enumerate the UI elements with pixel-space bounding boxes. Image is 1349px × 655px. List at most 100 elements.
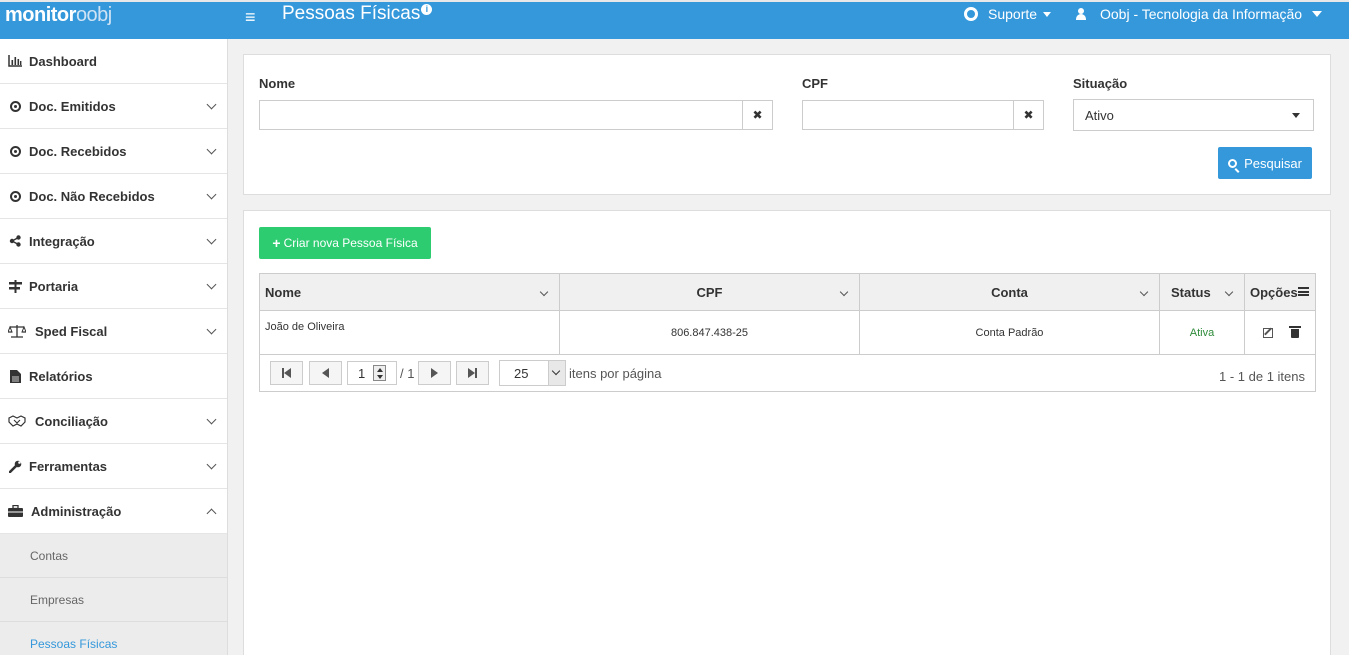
info-icon[interactable]: i	[421, 4, 433, 15]
sidebar-item-label: Portaria	[29, 278, 79, 294]
cell-nome: João de Oliveira	[260, 311, 560, 355]
sidebar-item-label: Doc. Emitidos	[29, 98, 116, 114]
sidebar-subitem-contas[interactable]: Contas	[0, 534, 227, 578]
last-page-icon	[468, 368, 475, 378]
sidebar-item-integracao[interactable]: Integração	[0, 219, 227, 264]
search-icon	[1228, 158, 1238, 168]
column-label: Status	[1171, 285, 1211, 300]
column-label: Nome	[265, 285, 302, 300]
plus-icon: +	[272, 235, 281, 251]
cpf-field[interactable]: ✖	[802, 100, 1044, 130]
situacao-label: Situação	[1073, 76, 1128, 91]
first-page-icon	[284, 368, 291, 378]
sidebar: Dashboard Doc. Emitidos Doc. Recebidos D…	[0, 39, 228, 655]
sidebar-item-relatorios[interactable]: Relatórios	[0, 354, 227, 399]
app-logo[interactable]: monitoroobj	[5, 4, 112, 27]
chevron-down-icon	[206, 324, 217, 335]
sidebar-item-doc-emitidos[interactable]: Doc. Emitidos	[0, 84, 227, 129]
nome-field[interactable]: ✖	[259, 100, 773, 130]
sidebar-item-administracao[interactable]: Administração	[0, 489, 227, 534]
first-page-button[interactable]	[270, 361, 303, 385]
page-title: Pessoas Físicas i	[282, 3, 433, 25]
sidebar-item-conciliacao[interactable]: Conciliação	[0, 399, 227, 444]
sidebar-item-dashboard[interactable]: Dashboard	[0, 39, 227, 84]
column-header-nome[interactable]: Nome	[260, 274, 560, 311]
situacao-value: Ativo	[1085, 107, 1114, 123]
items-count: 1 - 1 de 1 itens	[1219, 369, 1305, 384]
sidebar-subitem-pessoas-fisicas[interactable]: Pessoas Físicas	[0, 622, 227, 655]
spinner-icon[interactable]	[373, 365, 386, 381]
last-page-button[interactable]	[456, 361, 489, 385]
clear-cpf-button[interactable]: ✖	[1013, 101, 1043, 129]
sidebar-subitem-empresas[interactable]: Empresas	[0, 578, 227, 622]
column-header-opcoes: Opções	[1245, 274, 1317, 311]
cell-opcoes	[1245, 311, 1317, 355]
arrow-circle-icon	[7, 99, 23, 113]
clear-nome-button[interactable]: ✖	[742, 101, 772, 129]
column-menu-icon[interactable]	[1298, 287, 1309, 296]
hamburger-menu-icon[interactable]: ≡	[245, 7, 256, 28]
support-menu[interactable]: Suporte	[964, 6, 1052, 22]
create-person-label: Criar nova Pessoa Física	[283, 236, 418, 250]
sidebar-item-portaria[interactable]: Portaria	[0, 264, 227, 309]
per-page-label: itens por página	[569, 366, 662, 381]
search-button[interactable]: Pesquisar	[1218, 147, 1312, 179]
bar-chart-icon	[7, 54, 23, 68]
create-person-button[interactable]: + Criar nova Pessoa Física	[259, 227, 431, 259]
chevron-down-icon	[206, 144, 217, 155]
next-page-button[interactable]	[418, 361, 451, 385]
sidebar-item-ferramentas[interactable]: Ferramentas	[0, 444, 227, 489]
filter-panel: Nome ✖ CPF ✖ Situação Ativo Pesquisar	[243, 54, 1331, 195]
chevron-down-icon	[539, 287, 549, 297]
cell-cpf: 806.847.438-25	[560, 311, 860, 355]
caret-down-icon	[1292, 113, 1300, 118]
dot-circle-icon	[7, 189, 23, 203]
sidebar-item-label: Doc. Recebidos	[29, 143, 127, 159]
sidebar-item-label: Administração	[31, 503, 122, 519]
balance-scale-icon	[7, 324, 27, 338]
sidebar-item-label: Doc. Não Recebidos	[29, 188, 155, 204]
per-page-select[interactable]: 25	[499, 360, 566, 386]
signpost-icon	[7, 279, 23, 293]
sidebar-item-label: Ferramentas	[29, 458, 108, 474]
briefcase-icon	[7, 504, 23, 518]
support-label: Suporte	[988, 6, 1038, 22]
chevron-down-icon	[206, 234, 217, 245]
caret-down-icon	[1312, 11, 1323, 17]
chevron-down-icon	[206, 279, 217, 290]
caret-down-icon	[1043, 11, 1052, 17]
sidebar-item-sped-fiscal[interactable]: Sped Fiscal	[0, 309, 227, 354]
cpf-label: CPF	[802, 76, 828, 91]
column-header-conta[interactable]: Conta	[860, 274, 1160, 311]
situacao-select[interactable]: Ativo	[1073, 99, 1314, 131]
column-label: Conta	[991, 285, 1028, 300]
sidebar-item-label: Relatórios	[29, 368, 93, 384]
chevron-down-icon	[1224, 287, 1234, 297]
column-header-status[interactable]: Status	[1160, 274, 1245, 311]
trash-icon[interactable]	[1289, 325, 1301, 338]
table-row[interactable]: João de Oliveira 806.847.438-25 Conta Pa…	[260, 311, 1315, 355]
nome-label: Nome	[259, 76, 296, 91]
main-content: Nome ✖ CPF ✖ Situação Ativo Pesquisar + …	[228, 39, 1349, 655]
edit-icon[interactable]	[1263, 328, 1273, 338]
chevron-down-icon	[206, 99, 217, 110]
lifebuoy-icon	[964, 7, 978, 21]
sidebar-item-doc-recebidos[interactable]: Doc. Recebidos	[0, 129, 227, 174]
user-menu[interactable]: Oobj - Tecnologia da Informação	[1076, 6, 1323, 22]
per-page-value: 25	[514, 365, 529, 381]
logo-accent: oobj	[75, 4, 112, 26]
table-header: Nome CPF Conta Status Opções	[260, 274, 1315, 311]
column-header-cpf[interactable]: CPF	[560, 274, 860, 311]
logo-main: monitor	[5, 4, 76, 26]
persons-table: Nome CPF Conta Status Opções João de Oli…	[259, 273, 1316, 392]
sidebar-item-label: Integração	[29, 233, 95, 249]
chevron-down-icon	[206, 414, 217, 425]
page-title-text: Pessoas Físicas	[282, 3, 421, 24]
search-button-label: Pesquisar	[1244, 155, 1302, 171]
sidebar-item-doc-nao-recebidos[interactable]: Doc. Não Recebidos	[0, 174, 227, 219]
prev-page-button[interactable]	[309, 361, 342, 385]
page-number-input[interactable]: 1	[347, 361, 397, 385]
last-bar-icon	[475, 368, 477, 378]
chevron-down-icon	[548, 361, 565, 385]
prev-page-icon	[322, 368, 329, 378]
